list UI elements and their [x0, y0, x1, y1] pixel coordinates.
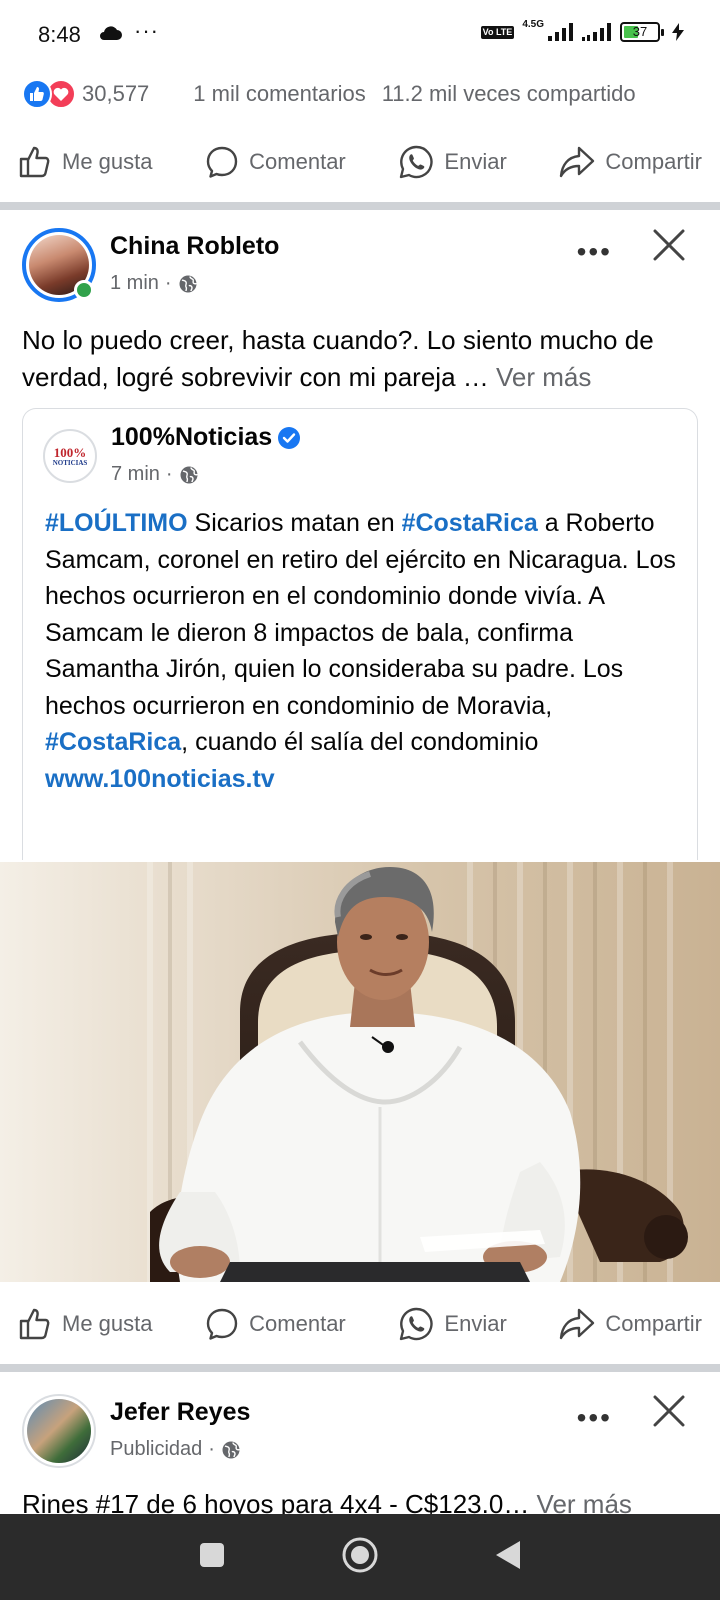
photo-illustration — [0, 862, 720, 1282]
post-text: No lo puedo creer, hasta cuando?. Lo sie… — [22, 322, 702, 396]
like-button[interactable]: Me gusta — [18, 145, 153, 179]
share-button[interactable]: Compartir — [559, 1307, 702, 1341]
shared-post-text: #LOÚLTIMO Sicarios matan en #CostaRica a… — [45, 505, 685, 797]
square-icon — [199, 1542, 224, 1567]
status-time: 8:48 — [38, 22, 81, 47]
share-button[interactable]: Compartir — [559, 145, 702, 179]
like-label: Me gusta — [62, 1311, 153, 1336]
shared-post-card[interactable]: 100% NOTICIAS 100%Noticias 7 min · #LOÚL… — [22, 408, 698, 860]
network-type: 4.5G — [522, 18, 544, 30]
share-arrow-icon — [560, 1308, 595, 1340]
comments-count[interactable]: 1 mil comentarios — [193, 81, 365, 107]
shared-text-seg2: a Roberto Samcam, coronel en retiro del … — [45, 509, 676, 720]
system-navigation-bar — [0, 1514, 720, 1600]
comment-icon — [206, 1308, 238, 1340]
action-bar-top: Me gusta Comentar Enviar Compartir — [0, 124, 720, 200]
shared-page-name[interactable]: 100%Noticias — [111, 423, 301, 452]
charging-icon — [672, 23, 684, 41]
volte-icon: Vo LTE — [480, 25, 515, 39]
share-label: Compartir — [605, 149, 702, 174]
reaction-icons — [22, 79, 76, 109]
sponsored-label[interactable]: Publicidad — [110, 1438, 202, 1461]
back-button[interactable] — [494, 1539, 522, 1576]
shares-count[interactable]: 11.2 mil veces compartido — [382, 81, 636, 107]
verified-badge-icon — [278, 426, 301, 449]
comment-button[interactable]: Comentar — [205, 145, 346, 179]
logo-text-bottom: NOTICIAS — [52, 458, 88, 467]
like-button[interactable]: Me gusta — [18, 1307, 153, 1341]
signal-icon-1 — [548, 23, 573, 41]
reaction-count: 30,577 — [82, 81, 150, 106]
like-reaction-icon — [22, 79, 52, 109]
signal-icon-2 — [582, 23, 611, 41]
meta-separator: · — [164, 272, 172, 294]
shared-post-meta: 7 min · — [111, 463, 199, 486]
home-circle-icon — [342, 1537, 378, 1572]
ad-post-header: Jefer Reyes Publicidad · ••• — [0, 1394, 720, 1484]
feed-divider — [0, 202, 720, 210]
close-icon[interactable] — [652, 1394, 686, 1433]
home-button[interactable] — [341, 1536, 379, 1579]
shared-text-seg3: , cuando él salía del condominio — [181, 728, 539, 756]
battery-level: 37 — [632, 24, 648, 39]
cloud-icon — [98, 25, 122, 46]
action-bar-post: Me gusta Comentar Enviar Compartir — [0, 1286, 720, 1362]
ad-post-meta: Publicidad · — [110, 1438, 241, 1461]
logo-text-top: 100% — [53, 444, 87, 460]
like-label: Me gusta — [62, 149, 153, 174]
comment-icon — [206, 146, 238, 178]
post-time[interactable]: 1 min — [110, 272, 159, 295]
send-label: Enviar — [444, 149, 507, 174]
reactions-summary[interactable]: 30,577 1 mil comentarios 11.2 mil veces … — [22, 76, 702, 112]
more-options-icon[interactable]: ••• — [577, 1402, 612, 1434]
status-indicators: Vo LTE 4.5G 37 — [480, 18, 684, 42]
globe-icon — [179, 275, 197, 292]
send-button[interactable]: Enviar — [398, 1306, 507, 1342]
shared-post-time[interactable]: 7 min — [111, 463, 160, 486]
whatsapp-icon — [400, 145, 434, 179]
whatsapp-icon — [400, 1307, 434, 1341]
meta-separator: · — [208, 1438, 215, 1460]
post-author-name[interactable]: China Robleto — [110, 232, 279, 261]
comment-label: Comentar — [249, 1311, 346, 1336]
post-header: China Robleto 1 min · ••• — [0, 228, 720, 318]
thumbs-up-icon — [19, 146, 50, 178]
recent-apps-button[interactable] — [198, 1541, 226, 1574]
more-options-icon[interactable]: ••• — [577, 236, 612, 268]
globe-icon — [222, 1441, 240, 1458]
comment-label: Comentar — [249, 149, 346, 174]
close-icon[interactable] — [652, 228, 686, 267]
battery-icon: 37 — [620, 22, 664, 42]
hashtag-costarica-2[interactable]: #CostaRica — [45, 728, 181, 756]
feed-divider — [0, 1364, 720, 1372]
shared-text-seg1: Sicarios matan en — [187, 509, 402, 537]
status-bar: 8:48 ··· Vo LTE 4.5G 37 — [0, 0, 720, 72]
share-arrow-icon — [560, 146, 595, 178]
share-label: Compartir — [605, 1311, 702, 1336]
news-website-link[interactable]: www.100noticias.tv — [45, 761, 685, 798]
comment-button[interactable]: Comentar — [205, 1307, 346, 1341]
advertiser-avatar[interactable] — [22, 1394, 96, 1468]
online-status-icon — [74, 280, 94, 300]
more-notifications-icon: ··· — [134, 18, 159, 43]
post-photo[interactable] — [0, 862, 720, 1282]
meta-separator: · — [165, 463, 173, 485]
thumbs-up-icon — [19, 1308, 50, 1340]
send-label: Enviar — [444, 1311, 507, 1336]
send-button[interactable]: Enviar — [398, 144, 507, 180]
post-meta: 1 min · — [110, 272, 198, 295]
back-triangle-icon — [496, 1540, 521, 1569]
hashtag-loultimo[interactable]: #LOÚLTIMO — [45, 509, 188, 537]
globe-icon — [180, 466, 198, 483]
page-name: 100%Noticias — [111, 423, 273, 451]
advertiser-name[interactable]: Jefer Reyes — [110, 1398, 250, 1427]
hashtag-costarica[interactable]: #CostaRica — [402, 509, 538, 537]
see-more-link[interactable]: Ver más — [496, 362, 591, 392]
page-logo[interactable]: 100% NOTICIAS — [43, 429, 97, 483]
